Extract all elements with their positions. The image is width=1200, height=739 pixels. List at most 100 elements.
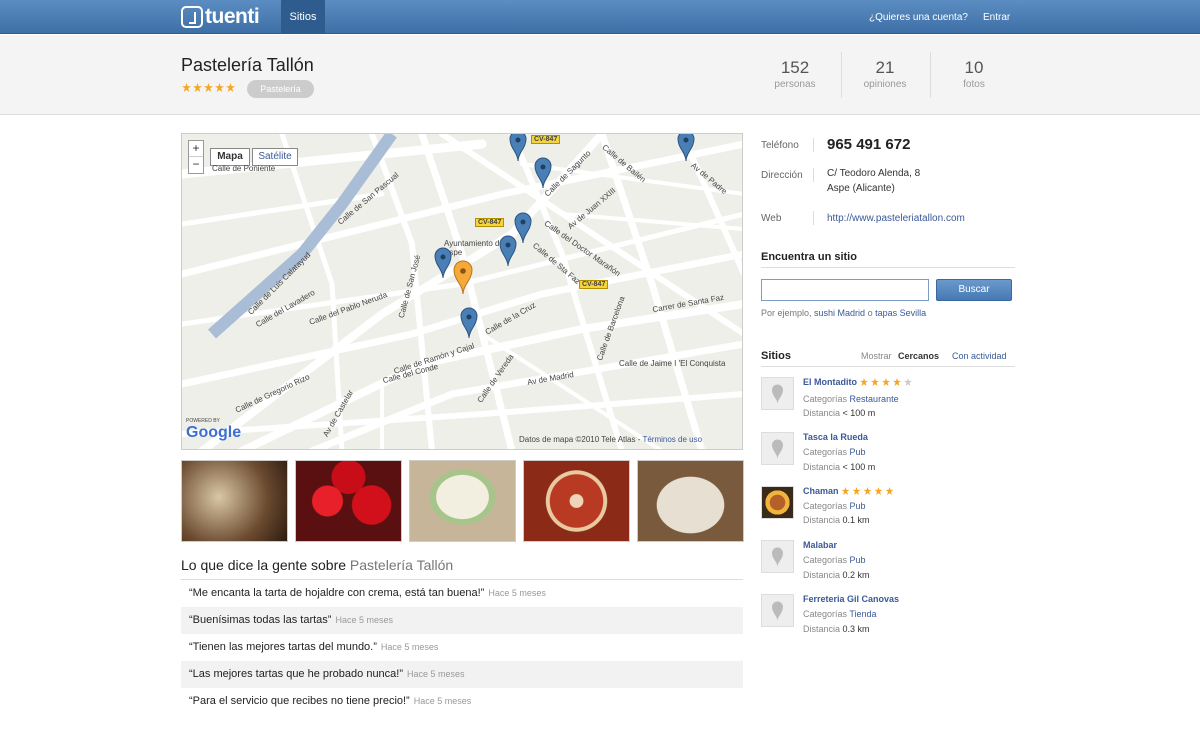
stat-number: 152	[780, 58, 810, 77]
photo-thumbnail[interactable]	[409, 460, 516, 542]
photo-strip	[181, 460, 744, 542]
photo-thumbnail[interactable]	[295, 460, 402, 542]
comments-title: Lo que dice la gente sobre Pastelería Ta…	[181, 557, 453, 573]
place-category-link[interactable]: Pub	[850, 501, 866, 511]
place-name-text: Ferreteria Gil Canovas	[803, 594, 900, 604]
stat-people[interactable]: 152 personas	[750, 58, 840, 90]
comment-time: Hace 5 meses	[413, 696, 472, 706]
divider	[813, 138, 814, 152]
photo-thumbnail[interactable]	[637, 460, 744, 542]
distance-label: Distancia	[803, 462, 841, 472]
place-pin-icon	[761, 377, 794, 410]
star-icon	[874, 487, 883, 495]
place-name-text: Tasca la Rueda	[803, 432, 868, 442]
comment-row: “Me encanta la tarta de hojaldre con cre…	[181, 580, 743, 607]
star-icon	[204, 83, 213, 92]
star-icon	[885, 487, 894, 495]
comment-text: “Las mejores tartas que he probado nunca…	[189, 668, 404, 680]
stat-label: opiniones	[863, 79, 907, 90]
photo-thumbnail[interactable]	[181, 460, 288, 542]
hint-or: o	[865, 308, 876, 318]
page-title: Pastelería Tallón	[181, 55, 314, 75]
web-label: Web	[761, 213, 782, 224]
place-pin-icon	[761, 540, 794, 573]
nearby-place[interactable]: Tasca la Rueda Categorías Pub Distancia …	[761, 432, 1015, 482]
comments-title-place[interactable]: Pastelería Tallón	[350, 557, 453, 573]
category-badge[interactable]: Pastelería	[247, 80, 314, 98]
category-label: Categorías	[803, 447, 848, 457]
comment-time: Hace 5 meses	[407, 669, 465, 679]
zoom-out-button[interactable]: −	[189, 156, 203, 172]
stat-label: personas	[774, 79, 816, 90]
nearby-title: Sitios	[761, 350, 791, 362]
search-input[interactable]	[761, 279, 929, 301]
photo-thumbnail[interactable]	[523, 460, 630, 542]
comment-row: “Buenísimas todas las tartas” Hace 5 mese…	[181, 607, 743, 634]
address-label: Dirección	[761, 170, 803, 181]
place-distance: < 100 m	[842, 408, 876, 418]
google-logo[interactable]: Google	[186, 424, 241, 442]
place-name-text: Chaman	[803, 486, 839, 496]
attribution-text: Datos de mapa ©2010 Tele Atlas -	[519, 435, 643, 444]
comment-row: “Las mejores tartas que he probado nunca…	[181, 661, 743, 688]
place-name-text: Malabar	[803, 540, 838, 550]
category-label: Categorías	[803, 555, 848, 565]
comment-text: “Me encanta la tarta de hojaldre con cre…	[189, 587, 485, 599]
place-category-link[interactable]: Tienda	[849, 609, 876, 619]
terms-link[interactable]: Términos de uso	[642, 435, 702, 444]
phone-label: Teléfono	[761, 140, 799, 151]
star-icon	[852, 487, 861, 495]
stat-opinions[interactable]: 21 opiniones	[840, 58, 930, 90]
place-name[interactable]: Malabar	[803, 540, 837, 550]
place-distance: < 100 m	[842, 462, 876, 472]
place-category-link[interactable]: Restaurante	[850, 394, 899, 404]
website-link[interactable]: http://www.pasteleriatallon.com	[827, 213, 965, 224]
road-badge: CV-847	[475, 218, 505, 227]
address-line: C/ Teodoro Alenda, 8	[827, 168, 921, 179]
place-pin-icon	[761, 432, 794, 465]
location-map[interactable]: + − Mapa Satélite Calle de Poniente Call…	[181, 133, 743, 450]
street-label: Calle de Jaime I 'El Conquista	[619, 359, 726, 368]
hint-example-link[interactable]: tapas Sevilla	[875, 308, 926, 318]
road-badge: CV-847	[531, 135, 561, 144]
place-name[interactable]: Tasca la Rueda	[803, 432, 868, 442]
map-attribution: Datos de mapa ©2010 Tele Atlas - Término…	[519, 435, 702, 444]
nearby-place[interactable]: Malabar Categorías Pub Distancia 0.2 km	[761, 540, 1015, 590]
nearby-place[interactable]: Ferreteria Gil Canovas Categorías Tienda…	[761, 594, 1015, 644]
zoom-in-button[interactable]: +	[189, 141, 203, 156]
place-category-link[interactable]: Pub	[850, 447, 866, 457]
place-name[interactable]: Ferreteria Gil Canovas	[803, 594, 899, 604]
place-logo	[761, 486, 794, 519]
zoom-control[interactable]: + −	[188, 140, 204, 174]
road-badge: CV-847	[579, 280, 609, 289]
tab-nearby[interactable]: Cercanos	[898, 351, 939, 361]
place-header	[0, 35, 1200, 115]
stat-label: fotos	[963, 79, 985, 90]
star-icon	[226, 83, 235, 92]
hint-example-link[interactable]: sushi Madrid	[814, 308, 865, 318]
search-button[interactable]: Buscar	[936, 279, 1012, 301]
place-pin-icon	[761, 594, 794, 627]
top-bar: tuenti Sitios ¿Quieres una cuenta? Entra…	[0, 0, 1200, 34]
place-name[interactable]: El Montadito	[803, 377, 914, 387]
distance-label: Distancia	[803, 515, 841, 525]
nav-tab-sitios[interactable]: Sitios	[281, 0, 325, 34]
star-icon	[860, 378, 868, 386]
login-link[interactable]: Entrar	[983, 12, 1010, 23]
comment-text: “Para el servicio que recibes no tiene p…	[189, 695, 410, 707]
comment-row: “Para el servicio que recibes no tiene p…	[181, 688, 743, 715]
distance-label: Distancia	[803, 624, 841, 634]
stat-photos[interactable]: 10 fotos	[929, 58, 1019, 90]
nearby-place[interactable]: Chaman Categorías Pub Distancia 0.1 km	[761, 486, 1015, 536]
place-category-link[interactable]: Pub	[850, 555, 866, 565]
nearby-place[interactable]: El Montadito Categorías Restaurante Dist…	[761, 377, 1015, 427]
place-name[interactable]: Chaman	[803, 486, 896, 496]
tuenti-logo-icon	[181, 6, 203, 28]
tab-activity[interactable]: Con actividad	[952, 351, 1007, 361]
signup-link[interactable]: ¿Quieres una cuenta?	[869, 12, 968, 23]
tuenti-logo[interactable]: tuenti	[181, 5, 260, 28]
divider	[761, 267, 1015, 268]
comment-row: “Tienen las mejores tartas del mundo.” Ha…	[181, 634, 743, 661]
star-icon	[841, 487, 850, 495]
comment-text: “Tienen las mejores tartas del mundo.”	[189, 641, 377, 653]
